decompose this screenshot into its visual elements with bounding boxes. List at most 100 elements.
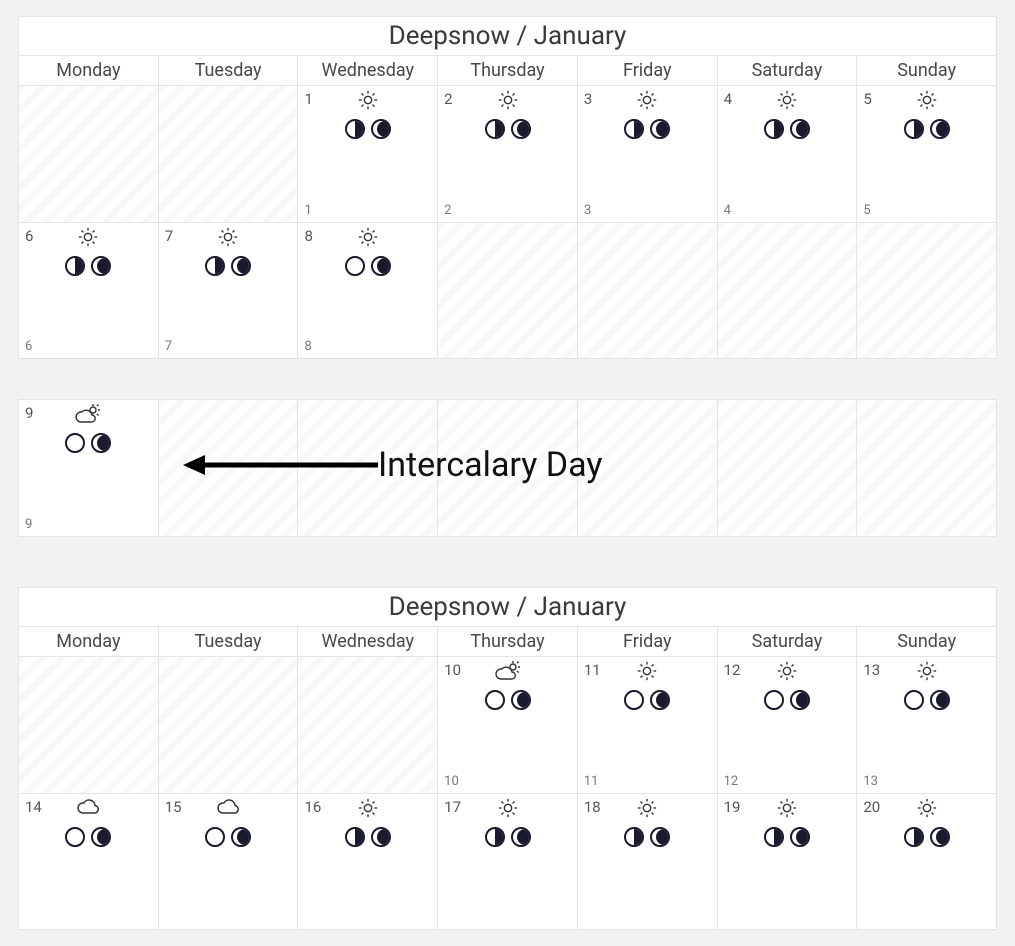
calendar-cell[interactable]: 19 (717, 793, 857, 929)
day-number: 7 (165, 227, 173, 245)
sun-icon (497, 89, 519, 116)
calendar-cell-empty (717, 400, 857, 536)
day-number: 9 (25, 404, 33, 422)
day-ordinal: 10 (444, 774, 459, 789)
calendar-cell[interactable]: 1313 (856, 657, 996, 793)
calendar-cell[interactable]: 18 (577, 793, 717, 929)
calendar-cell[interactable]: 66 (19, 222, 158, 358)
day-ordinal: 1 (304, 203, 311, 218)
day-ordinal: 5 (863, 203, 870, 218)
sun-icon (357, 797, 379, 824)
part-icon (495, 660, 521, 687)
moon-row (19, 432, 158, 453)
day-number: 17 (444, 798, 461, 816)
day-number: 6 (25, 227, 33, 245)
calendar-cell[interactable]: 14 (19, 793, 158, 929)
sun-icon (776, 89, 798, 116)
moon-row (159, 255, 298, 276)
day-number: 3 (584, 90, 592, 108)
weekday-header: Monday (19, 56, 158, 85)
weekday-header: Wednesday (297, 627, 437, 656)
moon-row (438, 118, 577, 139)
calendar-cell[interactable]: 77 (158, 222, 298, 358)
day-ordinal: 6 (25, 339, 32, 354)
moon-row (298, 255, 437, 276)
weekday-header: Thursday (437, 56, 577, 85)
sun-icon (916, 660, 938, 687)
calendar-cell-empty (158, 86, 298, 222)
day-number: 1 (304, 90, 312, 108)
calendar-cell[interactable]: 17 (437, 793, 577, 929)
day-ordinal: 9 (25, 517, 32, 532)
day-number: 16 (304, 798, 321, 816)
day-ordinal: 7 (165, 339, 172, 354)
calendar-cell[interactable]: 55 (856, 86, 996, 222)
moon-empty-m-icon (764, 690, 784, 710)
moon-row (298, 118, 437, 139)
weekday-header: Sunday (856, 56, 996, 85)
calendar-cell-empty (297, 400, 437, 536)
calendar-cell[interactable]: 99 (19, 400, 158, 536)
calendar-cell[interactable]: 1010 (437, 657, 577, 793)
calendar-cell[interactable]: 20 (856, 793, 996, 929)
moon-row (438, 826, 577, 847)
calendar-cell[interactable]: 22 (437, 86, 577, 222)
calendar-cell[interactable]: 44 (717, 86, 857, 222)
calendar-cell-empty (19, 86, 158, 222)
moon-row (857, 118, 996, 139)
calendar-cell[interactable]: 88 (297, 222, 437, 358)
day-number: 19 (724, 798, 741, 816)
moon-gib-r-icon (930, 827, 950, 847)
day-ordinal: 8 (304, 339, 311, 354)
moon-gib-r-icon (511, 827, 531, 847)
calendar-cell[interactable]: 1212 (717, 657, 857, 793)
moon-half-r-icon (65, 256, 85, 276)
calendar-grid: 1010 1111 1212 1313 14 15 16 (19, 657, 996, 929)
moon-empty-m-icon (345, 256, 365, 276)
moon-row (857, 689, 996, 710)
calendar-cell-empty (856, 222, 996, 358)
moon-half-r-icon (485, 119, 505, 139)
cloud-icon (216, 797, 240, 822)
calendar-block-1: Deepsnow / January Monday Tuesday Wednes… (18, 16, 997, 359)
day-number: 11 (584, 661, 601, 679)
cloud-icon (76, 797, 100, 822)
sun-icon (217, 226, 239, 253)
calendar-row: 14 15 16 17 18 19 20 (19, 793, 996, 929)
moon-gib-r-icon (650, 690, 670, 710)
intercalary-container: 99 Intercalary Day (18, 399, 997, 537)
moon-empty-m-icon (65, 433, 85, 453)
day-ordinal: 2 (444, 203, 451, 218)
moon-half-r-icon (345, 827, 365, 847)
weekday-header: Tuesday (158, 627, 298, 656)
moon-half-r-icon (904, 119, 924, 139)
moon-half-r-icon (205, 256, 225, 276)
sun-icon (636, 660, 658, 687)
moon-empty-m-icon (485, 690, 505, 710)
moon-gib-r-icon (91, 256, 111, 276)
day-ordinal: 11 (584, 774, 599, 789)
moon-row (298, 826, 437, 847)
calendar-cell[interactable]: 11 11 (577, 657, 717, 793)
moon-half-r-icon (764, 827, 784, 847)
moon-gib-r-icon (790, 119, 810, 139)
moon-empty-m-icon (904, 690, 924, 710)
calendar-row: 99 (19, 400, 996, 536)
part-icon (75, 403, 101, 430)
moon-row (718, 689, 857, 710)
day-number: 12 (724, 661, 741, 679)
calendar-cell[interactable]: 33 (577, 86, 717, 222)
moon-gib-r-icon (650, 827, 670, 847)
day-number: 8 (304, 227, 312, 245)
moon-row (857, 826, 996, 847)
calendar-cell-empty (158, 400, 298, 536)
day-number: 2 (444, 90, 452, 108)
weekday-header-row: Monday Tuesday Wednesday Thursday Friday… (19, 627, 996, 657)
calendar-cell[interactable]: 15 (158, 793, 298, 929)
sun-icon (357, 89, 379, 116)
weekday-header: Saturday (717, 56, 857, 85)
moon-gib-r-icon (650, 119, 670, 139)
calendar-cell[interactable]: 16 (297, 793, 437, 929)
calendar-cell[interactable]: 11 (297, 86, 437, 222)
moon-row (578, 689, 717, 710)
